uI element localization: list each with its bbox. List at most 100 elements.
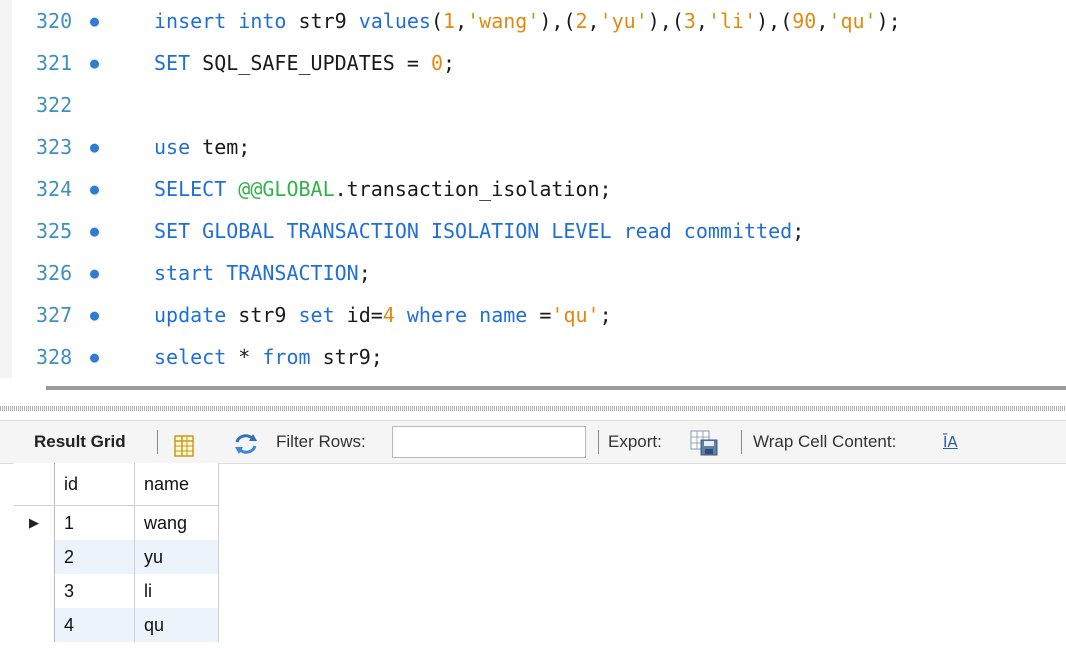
filter-rows-input[interactable] [392, 426, 586, 458]
code-token: TRANSACTION [226, 261, 359, 285]
code-token: 'wang' [467, 9, 540, 33]
code-token: str9 [286, 9, 359, 33]
code-line[interactable]: 327 ● update str9 set id=4 where name ='qu… [0, 294, 1066, 336]
cell-name[interactable]: li [134, 574, 219, 608]
statement-marker-icon[interactable]: ● [90, 42, 99, 84]
code-token: insert [154, 9, 227, 33]
row-selector[interactable] [14, 540, 55, 574]
code-token: ),( [539, 9, 576, 33]
wrap-cell-content-icon[interactable]: ĪA [943, 421, 958, 463]
line-number: 325 [36, 219, 73, 243]
table-row[interactable]: 2 yu [14, 540, 219, 574]
column-header-name[interactable]: name [134, 463, 219, 506]
table-row[interactable]: 4 qu [14, 608, 219, 642]
code-token: , [695, 9, 708, 33]
code-line[interactable]: 328 ● select * from str9; [0, 336, 1066, 378]
splitter-grip[interactable] [0, 406, 1066, 411]
line-number: 321 [36, 51, 73, 75]
sql-statement[interactable]: start TRANSACTION; [154, 252, 371, 294]
sql-statement[interactable]: use tem; [154, 126, 250, 168]
statement-marker-icon[interactable]: ● [90, 294, 99, 336]
statement-marker-icon[interactable]: ● [90, 126, 99, 168]
cell-name[interactable]: qu [134, 608, 219, 642]
code-token: set [298, 303, 335, 327]
statement-marker-icon[interactable]: ● [90, 336, 99, 378]
statement-marker-icon[interactable]: ● [90, 210, 99, 252]
code-token: SET GLOBAL TRANSACTION ISOLATION LEVEL r… [154, 219, 793, 243]
code-token: ),( [647, 9, 684, 33]
table-row[interactable]: 3 li [14, 574, 219, 608]
export-icon[interactable] [690, 430, 720, 456]
code-token: 'qu' [828, 9, 877, 33]
code-token: str9; [310, 345, 383, 369]
code-line[interactable]: 325 ● SET GLOBAL TRANSACTION ISOLATION LEV… [0, 210, 1066, 252]
statement-marker-icon[interactable]: ● [90, 0, 99, 42]
code-token: ; [443, 51, 456, 75]
code-token: SET [154, 51, 191, 75]
code-token: ; [358, 261, 371, 285]
cell-id[interactable]: 4 [54, 608, 135, 642]
code-token: , [455, 9, 468, 33]
code-token: ; [599, 303, 612, 327]
sql-statement[interactable]: SET SQL_SAFE_UPDATES = 0; [154, 42, 455, 84]
sql-statement[interactable]: insert into str9 values(1,'wang'),(2,'yu… [154, 0, 901, 42]
code-token: 0 [430, 51, 443, 75]
code-token: select [154, 345, 227, 369]
line-number: 320 [36, 9, 73, 33]
result-grid-tab[interactable]: Result Grid [34, 421, 126, 463]
code-line[interactable]: 323 ● use tem; [0, 126, 1066, 168]
cell-name[interactable]: wang [134, 505, 219, 540]
code-token: ); [876, 9, 901, 33]
wrap-cell-content-label: Wrap Cell Content: [753, 432, 897, 451]
sql-statement[interactable]: update str9 set id=4 where name ='qu'; [154, 294, 612, 336]
code-token: .transaction_isolation; [334, 177, 612, 201]
result-toolbar: Result Grid Filter Rows: Export: Wrap Ce… [0, 420, 1066, 464]
line-number: 322 [36, 93, 73, 117]
panel-splitter[interactable] [0, 378, 1066, 422]
code-token: start [154, 261, 215, 285]
cell-name[interactable]: yu [134, 540, 219, 574]
line-number: 324 [36, 177, 73, 201]
code-token: 'yu' [599, 9, 648, 33]
code-token: 3 [683, 9, 696, 33]
code-token: 90 [792, 9, 817, 33]
statement-marker-icon[interactable]: ● [90, 168, 99, 210]
code-token: , [587, 9, 600, 33]
result-grid[interactable]: id name ▶ 1 wang 2 yu 3 li 4 qu [14, 463, 219, 642]
current-row-marker-icon[interactable]: ▶ [14, 505, 55, 540]
code-token: id= [334, 303, 383, 327]
sql-editor[interactable]: 320 ● insert into str9 values(1,'wang'),(2… [0, 0, 1066, 378]
cell-id[interactable]: 1 [54, 505, 135, 540]
code-token: values [358, 9, 431, 33]
row-selector-header[interactable] [14, 463, 55, 506]
code-line[interactable]: 324 ● SELECT @@GLOBAL.transaction_isolatio… [0, 168, 1066, 210]
code-line[interactable]: 320 ● insert into str9 values(1,'wang'),(2… [0, 0, 1066, 42]
line-number: 323 [36, 135, 73, 159]
horizontal-scrollbar[interactable] [46, 386, 1066, 390]
cell-id[interactable]: 3 [54, 574, 135, 608]
code-token: str9 [226, 303, 299, 327]
export-label: Export: [608, 432, 662, 451]
sql-statement[interactable]: SELECT @@GLOBAL.transaction_isolation; [154, 168, 612, 210]
code-token: ; [792, 219, 805, 243]
code-line[interactable]: 326 ● start TRANSACTION; [0, 252, 1066, 294]
row-selector[interactable] [14, 574, 55, 608]
column-header-id[interactable]: id [54, 463, 135, 506]
row-selector[interactable] [14, 608, 55, 642]
code-token: name [479, 303, 528, 327]
code-token: SQL_SAFE_UPDATES = [190, 51, 431, 75]
table-row[interactable]: ▶ 1 wang [14, 505, 219, 540]
statement-marker-icon[interactable]: ● [90, 252, 99, 294]
sql-statement[interactable]: select * from str9; [154, 336, 383, 378]
code-line[interactable]: 321 ● SET SQL_SAFE_UPDATES = 0; [0, 42, 1066, 84]
refresh-icon[interactable] [232, 430, 260, 454]
sql-statement[interactable]: SET GLOBAL TRANSACTION ISOLATION LEVEL r… [154, 210, 804, 252]
header-row: id name [14, 463, 219, 506]
code-token: tem; [190, 135, 251, 159]
code-line[interactable]: 322 [0, 84, 1066, 126]
cell-id[interactable]: 2 [54, 540, 135, 574]
grid-layout-icon[interactable] [174, 431, 194, 457]
